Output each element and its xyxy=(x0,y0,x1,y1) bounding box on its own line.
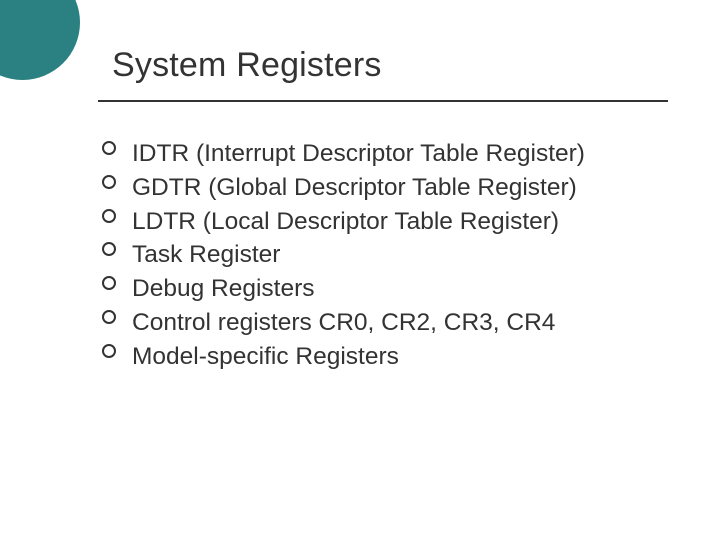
list-item: IDTR (Interrupt Descriptor Table Registe… xyxy=(102,138,678,171)
bullet-icon xyxy=(102,242,116,256)
bullet-text: Task Register xyxy=(132,241,280,268)
list-item: Model-specific Registers xyxy=(102,341,678,374)
bullet-icon xyxy=(102,141,116,155)
list-item: Control registers CR0, CR2, CR3, CR4 xyxy=(102,307,678,340)
title-underline xyxy=(98,100,668,102)
bullet-icon xyxy=(102,209,116,223)
content-area: IDTR (Interrupt Descriptor Table Registe… xyxy=(102,138,678,375)
list-item: LDTR (Local Descriptor Table Register) xyxy=(102,206,678,239)
bullet-icon xyxy=(102,344,116,358)
bullet-list: IDTR (Interrupt Descriptor Table Registe… xyxy=(102,138,678,374)
title-container: System Registers xyxy=(112,46,672,85)
bullet-text: IDTR (Interrupt Descriptor Table Registe… xyxy=(132,140,585,167)
bullet-text: LDTR (Local Descriptor Table Register) xyxy=(132,208,559,235)
bullet-icon xyxy=(102,175,116,189)
bullet-icon xyxy=(102,276,116,290)
bullet-text: Control registers CR0, CR2, CR3, CR4 xyxy=(132,309,555,336)
bullet-text: Debug Registers xyxy=(132,275,314,302)
list-item: Task Register xyxy=(102,239,678,272)
bullet-icon xyxy=(102,310,116,324)
slide: System Registers IDTR (Interrupt Descrip… xyxy=(0,0,720,540)
list-item: Debug Registers xyxy=(102,273,678,306)
list-item: GDTR (Global Descriptor Table Register) xyxy=(102,172,678,205)
bullet-text: GDTR (Global Descriptor Table Register) xyxy=(132,174,577,201)
decorative-corner-circle xyxy=(0,0,80,80)
bullet-text: Model-specific Registers xyxy=(132,343,399,370)
slide-title: System Registers xyxy=(112,46,672,85)
